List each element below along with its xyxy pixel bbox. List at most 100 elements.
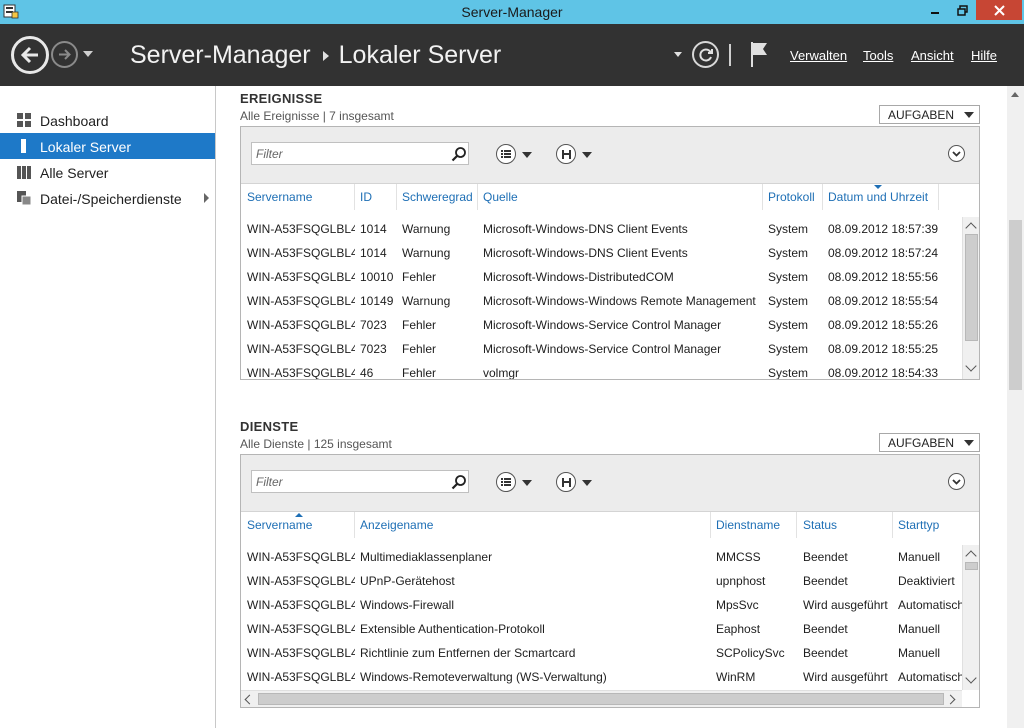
column-divider[interactable]	[938, 184, 939, 210]
column-divider[interactable]	[892, 512, 893, 538]
table-cell: Microsoft-Windows-Windows Remote Managem…	[483, 294, 756, 308]
scroll-up-icon[interactable]	[965, 550, 977, 562]
table-row[interactable]: WIN-A53FSQGLBL4 Windows-Firewall MpsSvc Wir…	[241, 593, 963, 617]
back-button[interactable]	[11, 36, 49, 74]
scroll-up-icon[interactable]	[1011, 92, 1019, 97]
column-divider[interactable]	[354, 184, 355, 210]
services-horizontal-scrollbar[interactable]	[241, 690, 962, 707]
events-collapse-button[interactable]	[948, 145, 965, 162]
table-row[interactable]: WIN-A53FSQGLBL4 10010 Fehler Microsoft-Wind…	[241, 265, 963, 289]
column-divider[interactable]	[477, 184, 478, 210]
column-header-service-name[interactable]: Dienstname	[716, 518, 780, 532]
sidebar-item-label: Alle Server	[40, 165, 109, 181]
table-cell: Wird ausgeführt	[803, 670, 888, 684]
table-row[interactable]: WIN-A53FSQGLBL4 1014 Warnung Microsoft-Wind…	[241, 217, 963, 241]
column-divider[interactable]	[796, 512, 797, 538]
window-title: Server-Manager	[461, 4, 563, 20]
table-cell: System	[768, 246, 809, 260]
local-server-icon	[21, 139, 26, 153]
events-vertical-scrollbar[interactable]	[962, 217, 979, 379]
column-header-id[interactable]: ID	[360, 190, 372, 204]
sidebar-item-file-storage[interactable]: Datei-/Speicherdienste	[0, 185, 215, 211]
table-cell: Fehler	[402, 270, 437, 284]
search-icon[interactable]	[451, 146, 467, 162]
notification-flag-icon[interactable]	[748, 40, 770, 68]
table-cell: WIN-A53FSQGLBL4	[247, 318, 355, 332]
table-row[interactable]: WIN-A53FSQGLBL4 Richtlinie zum Entfernen …	[241, 641, 963, 665]
events-save-query-button[interactable]	[556, 144, 576, 164]
column-header-servername[interactable]: Servername	[247, 518, 312, 532]
search-icon[interactable]	[451, 474, 467, 490]
menu-verwalten[interactable]: Verwalten	[790, 48, 847, 63]
table-row[interactable]: WIN-A53FSQGLBL4 7023 Fehler Microsoft-Windo…	[241, 337, 963, 361]
services-vertical-scrollbar[interactable]	[962, 545, 979, 690]
main-vertical-scrollbar[interactable]	[1007, 86, 1024, 728]
close-button[interactable]	[976, 0, 1022, 20]
table-cell: 08.09.2012 18:57:39	[828, 222, 939, 236]
table-row[interactable]: WIN-A53FSQGLBL4 1014 Warnung Microsoft-Wind…	[241, 241, 963, 265]
history-dropdown-icon[interactable]	[83, 51, 93, 57]
table-row[interactable]: WIN-A53FSQGLBL4 Windows-Remoteverwaltung …	[241, 665, 963, 689]
events-list-options-button[interactable]	[496, 144, 516, 164]
menu-hilfe[interactable]: Hilfe	[971, 48, 997, 63]
services-tasks-button[interactable]: AUFGABEN	[879, 433, 980, 452]
services-collapse-button[interactable]	[948, 473, 965, 490]
scrollbar-thumb[interactable]	[258, 693, 944, 705]
chevron-down-icon[interactable]	[522, 152, 532, 158]
refresh-button[interactable]	[692, 41, 719, 68]
column-header-source[interactable]: Quelle	[483, 190, 518, 204]
chevron-down-icon[interactable]	[522, 480, 532, 486]
column-divider[interactable]	[710, 512, 711, 538]
expand-chevron-icon[interactable]	[204, 193, 209, 203]
scroll-left-icon[interactable]	[244, 694, 255, 705]
menu-ansicht[interactable]: Ansicht	[911, 48, 954, 63]
breadcrumb-root[interactable]: Server-Manager	[130, 41, 311, 70]
table-row[interactable]: WIN-A53FSQGLBL4 Multimediaklassenplaner MM…	[241, 545, 963, 569]
breadcrumb-dropdown-icon[interactable]	[674, 52, 682, 57]
table-cell: WIN-A53FSQGLBL4	[247, 222, 355, 236]
scroll-up-icon[interactable]	[965, 222, 977, 234]
scroll-down-icon[interactable]	[965, 360, 977, 372]
column-divider[interactable]	[822, 184, 823, 210]
table-cell: 7023	[360, 342, 387, 356]
column-divider[interactable]	[354, 512, 355, 538]
menu-tools[interactable]: Tools	[863, 48, 893, 63]
table-row[interactable]: WIN-A53FSQGLBL4 Extensible Authentication…	[241, 617, 963, 641]
chevron-down-icon[interactable]	[582, 152, 592, 158]
column-header-log[interactable]: Protokoll	[768, 190, 815, 204]
table-cell: MMCSS	[716, 550, 761, 564]
scroll-down-icon[interactable]	[965, 672, 977, 684]
table-cell: System	[768, 318, 809, 332]
scrollbar-thumb[interactable]	[965, 562, 978, 570]
forward-button[interactable]	[51, 41, 78, 68]
column-header-start-type[interactable]: Starttyp	[898, 518, 939, 532]
column-header-status[interactable]: Status	[803, 518, 837, 532]
services-save-query-button[interactable]	[556, 472, 576, 492]
table-row[interactable]: WIN-A53FSQGLBL4 46 Fehler volmgr System 08.09…	[241, 361, 963, 379]
table-row[interactable]: WIN-A53FSQGLBL4 UPnP-Gerätehost upnphost Be…	[241, 569, 963, 593]
services-filter-input[interactable]: Filter	[251, 470, 469, 493]
chevron-down-icon[interactable]	[582, 480, 592, 486]
events-table-body: WIN-A53FSQGLBL4 1014 Warnung Microsoft-Wind…	[241, 217, 963, 379]
column-header-date-time[interactable]: Datum und Uhrzeit	[828, 190, 928, 204]
events-tasks-button[interactable]: AUFGABEN	[879, 105, 980, 124]
scrollbar-thumb[interactable]	[965, 234, 978, 341]
table-cell: WIN-A53FSQGLBL4	[247, 574, 355, 588]
minimize-button[interactable]	[921, 0, 948, 20]
column-divider[interactable]	[396, 184, 397, 210]
column-header-display-name[interactable]: Anzeigename	[360, 518, 433, 532]
scroll-right-icon[interactable]	[945, 694, 956, 705]
sidebar-item-dashboard[interactable]: Dashboard	[0, 107, 215, 133]
sidebar-item-local-server[interactable]: Lokaler Server	[0, 133, 215, 159]
services-list-options-button[interactable]	[496, 472, 516, 492]
table-row[interactable]: WIN-A53FSQGLBL4 10149 Warnung Microsoft-Win…	[241, 289, 963, 313]
table-row[interactable]: WIN-A53FSQGLBL4 7023 Fehler Microsoft-Windo…	[241, 313, 963, 337]
sidebar-item-all-servers[interactable]: Alle Server	[0, 159, 215, 185]
column-header-servername[interactable]: Servername	[247, 190, 312, 204]
scrollbar-thumb[interactable]	[1009, 220, 1022, 390]
restore-button[interactable]	[949, 0, 975, 20]
column-divider[interactable]	[762, 184, 763, 210]
sidebar: Dashboard Lokaler Server Alle Server Dat…	[0, 86, 216, 728]
column-header-severity[interactable]: Schweregrad	[402, 190, 473, 204]
events-filter-input[interactable]: Filter	[251, 142, 469, 165]
